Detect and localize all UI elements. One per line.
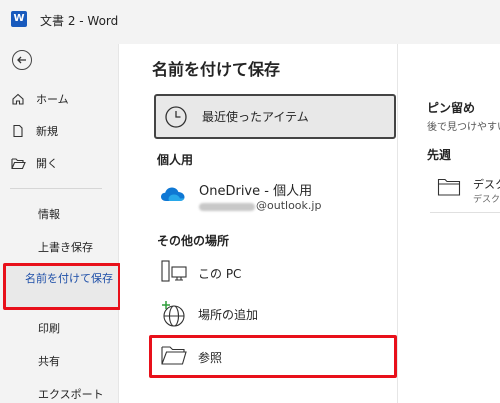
nav-home[interactable]: ホーム [0, 86, 118, 112]
location-this-pc-label: この PC [198, 267, 242, 281]
sidebar-divider [10, 188, 102, 189]
computer-icon [160, 259, 188, 289]
nav-print[interactable]: 印刷 [38, 320, 60, 336]
pinned-subtitle: 後で見つけやすい [427, 122, 500, 133]
page-title: 名前を付けて保存 [152, 60, 281, 79]
list-divider [430, 212, 500, 213]
section-other-places: その他の場所 [157, 234, 230, 248]
location-add-place[interactable]: 場所の追加 [154, 296, 396, 332]
clock-icon [164, 105, 188, 133]
location-this-pc[interactable]: この PC [154, 255, 396, 291]
window-title: 文書 2 - Word [40, 14, 119, 28]
nav-home-label: ホーム [36, 93, 69, 106]
onedrive-icon [160, 186, 186, 206]
new-document-icon [0, 124, 36, 138]
globe-add-icon [160, 300, 188, 332]
onedrive-email: @outlook.jp [256, 199, 322, 212]
home-icon [0, 92, 36, 106]
location-add-place-label: 場所の追加 [198, 308, 259, 322]
location-recent-label: 最近使ったアイテム [202, 110, 309, 124]
back-arrow-icon [17, 56, 26, 64]
browse-highlight [149, 335, 397, 378]
recent-folder-path: デスク [473, 195, 500, 205]
word-logo-icon: W [11, 11, 27, 27]
nav-save[interactable]: 上書き保存 [38, 239, 93, 255]
pinned-title: ピン留め [427, 101, 476, 115]
nav-share[interactable]: 共有 [38, 353, 60, 369]
nav-new[interactable]: 新規 [0, 118, 118, 144]
section-personal: 個人用 [157, 153, 194, 167]
location-recent[interactable]: 最近使ったアイテム [154, 94, 396, 139]
nav-info[interactable]: 情報 [38, 206, 60, 222]
nav-save-as[interactable]: 名前を付けて保存 [25, 271, 115, 286]
location-onedrive[interactable]: OneDrive - 個人用 [199, 180, 312, 199]
back-button[interactable] [12, 50, 32, 70]
nav-new-label: 新規 [36, 125, 58, 138]
email-redacted [199, 203, 255, 211]
open-folder-icon [0, 157, 36, 170]
last-week-title: 先週 [427, 148, 452, 162]
folder-icon [437, 177, 461, 201]
recent-folder-name[interactable]: デスク [473, 176, 500, 192]
title-bar: W 文書 2 - Word [0, 0, 500, 44]
right-panel-divider [397, 44, 398, 403]
nav-open[interactable]: 開く [0, 150, 118, 176]
nav-export[interactable]: エクスポート [38, 386, 104, 402]
nav-open-label: 開く [36, 157, 58, 170]
